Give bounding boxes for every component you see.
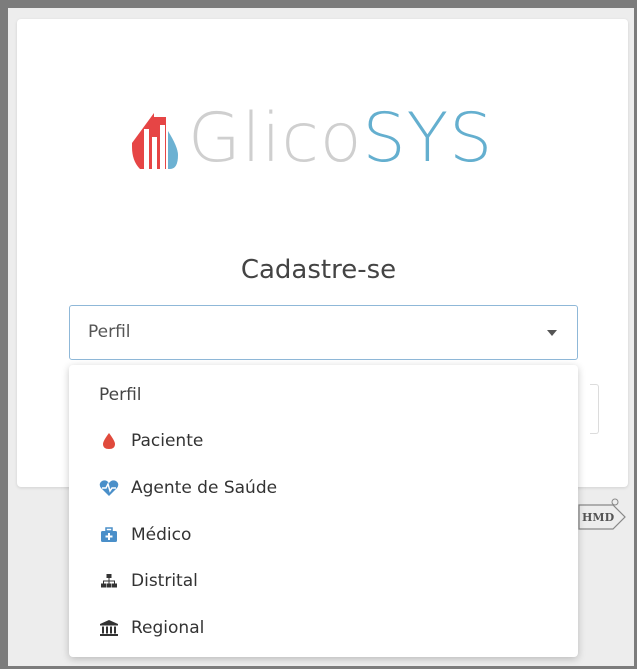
hidden-input-field[interactable] [590, 384, 599, 434]
medkit-icon [99, 525, 119, 545]
logo-wordmark: GlicoSYS [188, 99, 493, 179]
option-agente-de-saude[interactable]: Agente de Saúde [69, 468, 578, 508]
option-label: Médico [131, 525, 192, 545]
dropdown-header-option[interactable]: Perfil [69, 375, 578, 415]
page-title: Cadastre-se [240, 255, 397, 285]
logo-glico-text: Glico [188, 99, 363, 178]
dropdown-header-label: Perfil [99, 385, 142, 405]
chevron-down-icon [547, 330, 557, 336]
profile-select-value: Perfil [88, 322, 131, 342]
glicosys-logo-icon [132, 113, 178, 169]
option-distrital[interactable]: Distrital [69, 561, 578, 601]
option-label: Agente de Saúde [131, 478, 278, 498]
logo-sys-text: SYS [362, 99, 494, 178]
heartbeat-icon [99, 478, 119, 498]
sitemap-icon [99, 571, 119, 591]
option-label: Regional [131, 618, 205, 638]
option-paciente[interactable]: Paciente [69, 421, 578, 461]
option-label: Paciente [131, 431, 204, 451]
glicosys-logo: GlicoSYS [130, 99, 493, 179]
hmd-badge: HMD [578, 498, 626, 530]
profile-dropdown: Perfil Paciente Agente de Saúde Médico D… [69, 365, 578, 657]
option-regional[interactable]: Regional [69, 608, 578, 648]
blood-drop-icon [99, 431, 119, 451]
option-label: Distrital [131, 571, 198, 591]
option-medico[interactable]: Médico [69, 515, 578, 555]
institution-icon [99, 618, 119, 638]
hmd-badge-text: HMD [582, 511, 615, 524]
profile-select[interactable]: Perfil [69, 305, 578, 360]
